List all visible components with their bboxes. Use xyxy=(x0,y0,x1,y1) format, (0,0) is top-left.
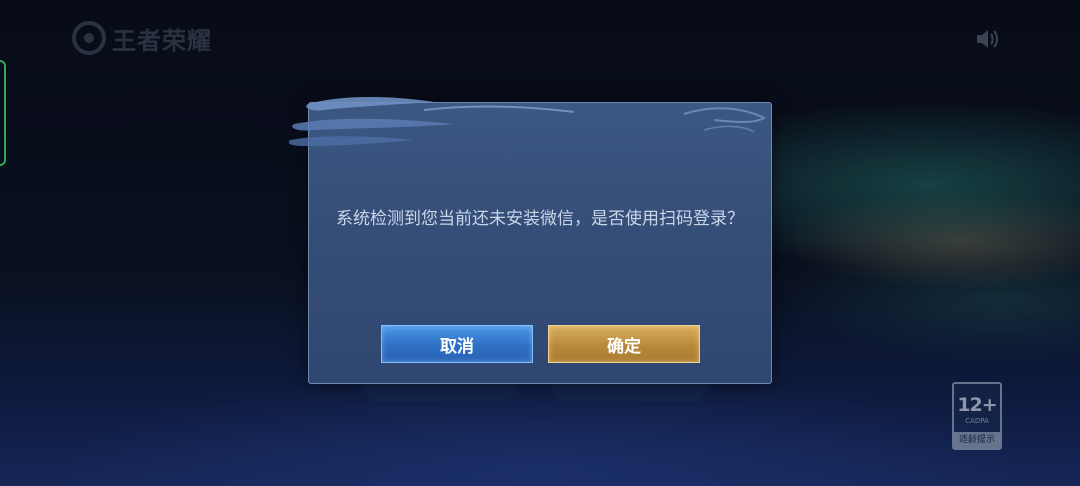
dialog-message: 系统检测到您当前还未安装微信，是否使用扫码登录？ xyxy=(336,209,744,229)
cancel-button[interactable]: 取消 xyxy=(381,325,533,363)
confirm-button[interactable]: 确定 xyxy=(548,325,700,363)
wechat-not-installed-dialog: 系统检测到您当前还未安装微信，是否使用扫码登录？ 取消 确定 xyxy=(308,102,772,384)
